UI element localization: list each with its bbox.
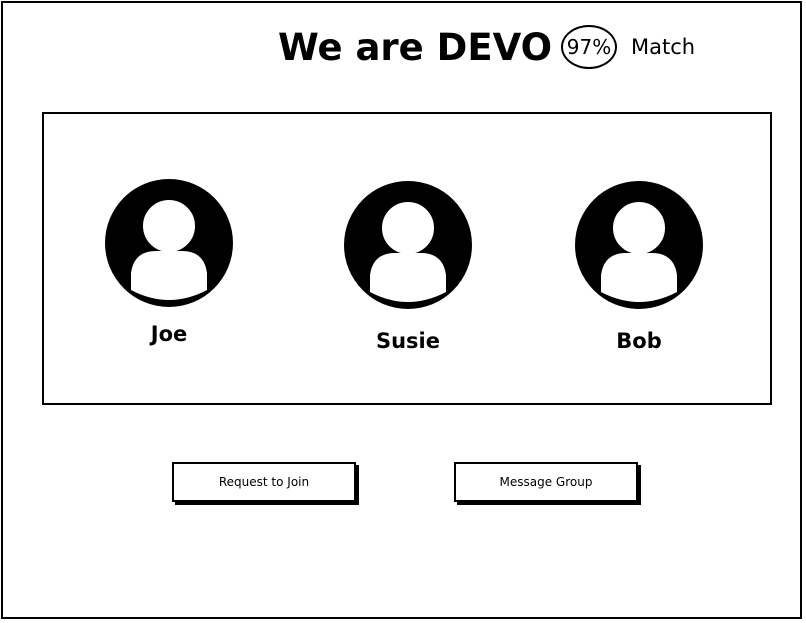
message-group-button[interactable]: Message Group — [454, 462, 638, 502]
member-name: Joe — [150, 322, 188, 346]
members-panel: Joe Susie Bob — [42, 112, 772, 405]
member-card[interactable] — [559, 180, 719, 310]
user-avatar-icon — [344, 181, 472, 309]
match-percent-badge: 97% — [561, 25, 617, 69]
member-card[interactable] — [89, 178, 249, 308]
member-card[interactable] — [328, 180, 488, 310]
request-to-join-button[interactable]: Request to Join — [172, 462, 356, 502]
user-avatar-icon — [105, 179, 233, 307]
user-avatar-icon — [575, 181, 703, 309]
match-label: Match — [631, 35, 696, 59]
member-name: Bob — [616, 329, 662, 353]
member-name: Susie — [375, 329, 440, 353]
page-title: We are DEVO — [278, 26, 553, 69]
